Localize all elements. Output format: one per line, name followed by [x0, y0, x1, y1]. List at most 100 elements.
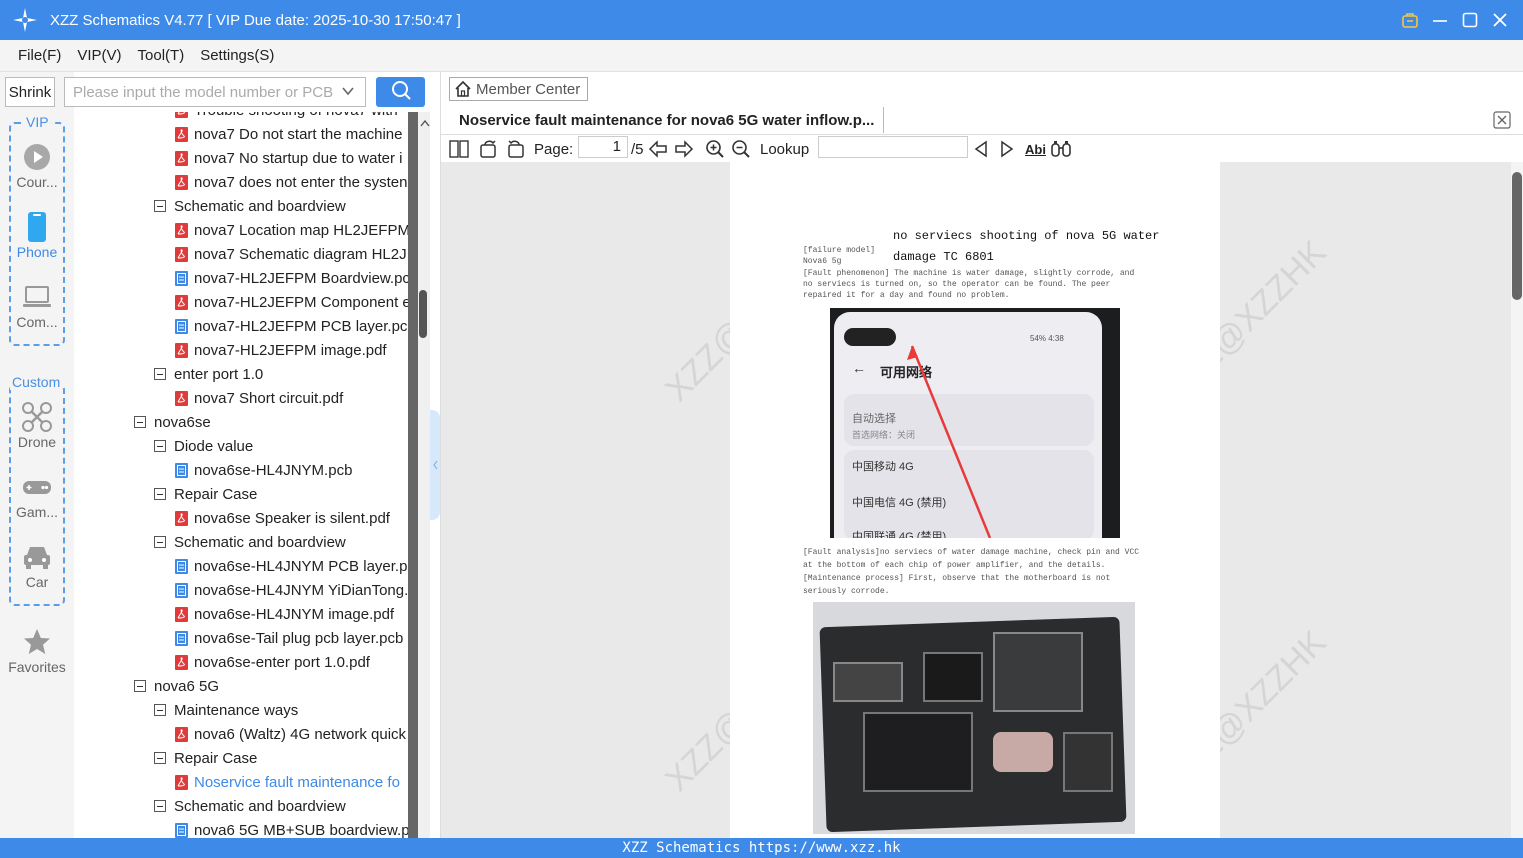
chevron-down-icon[interactable]: [341, 84, 355, 102]
nav-game[interactable]: Gam...: [2, 470, 72, 520]
tree-folder[interactable]: Schematic and boardview: [154, 794, 346, 818]
tree-item-label: nova6se-HL4JNYM image.pdf: [194, 605, 395, 623]
search-placeholder: Please input the model number or PCB: [73, 83, 334, 101]
nav-courses[interactable]: Cour...: [2, 140, 72, 190]
document-tab[interactable]: Noservice fault maintenance for nova6 5G…: [449, 107, 884, 133]
menu-settings[interactable]: Settings(S): [200, 47, 274, 64]
tree-file[interactable]: nova7 Location map HL2JEFPM: [175, 218, 408, 242]
tree-file[interactable]: nova6se-HL4JNYM YiDianTong.: [175, 578, 408, 602]
tree-file[interactable]: Trouble shooting of nova7 with: [175, 112, 398, 122]
collapse-toggle-icon[interactable]: [154, 488, 166, 500]
nav-favorites[interactable]: Favorites: [2, 625, 72, 675]
menu-file[interactable]: File(F): [18, 47, 61, 64]
collapse-toggle-icon[interactable]: [154, 800, 166, 812]
two-page-view-icon[interactable]: [449, 139, 469, 159]
lookup-label: Lookup: [760, 140, 810, 158]
binoculars-icon[interactable]: [1050, 139, 1072, 159]
close-tab-icon[interactable]: [1493, 111, 1511, 129]
vip-bag-icon[interactable]: [1401, 11, 1419, 29]
tree-folder[interactable]: nova6 5G: [134, 674, 219, 698]
collapse-toggle-icon[interactable]: [134, 416, 146, 428]
tree-file[interactable]: nova6 5G MB+SUB boardview.p: [175, 818, 408, 838]
rotate-right-icon[interactable]: [505, 139, 525, 159]
tree-item-label: nova6 (Waltz) 4G network quick: [194, 725, 407, 743]
tree-folder[interactable]: enter port 1.0: [154, 362, 263, 386]
vip-group-label: VIP: [24, 114, 51, 130]
tree-file[interactable]: nova7 Schematic diagram HL2J: [175, 242, 407, 266]
tree-folder[interactable]: Maintenance ways: [154, 698, 298, 722]
tree-file[interactable]: nova7-HL2JEFPM Component e: [175, 290, 408, 314]
viewer-scroll-thumb[interactable]: [1512, 172, 1522, 300]
tree-file[interactable]: nova7-HL2JEFPM PCB layer.pcb: [175, 314, 408, 338]
menu-tool[interactable]: Tool(T): [138, 47, 185, 64]
tree-folder[interactable]: nova6se: [134, 410, 211, 434]
match-case-icon[interactable]: Abi: [1025, 139, 1046, 159]
collapse-toggle-icon[interactable]: [154, 200, 166, 212]
page-label: Page:: [534, 140, 574, 158]
tree-folder[interactable]: Repair Case: [154, 482, 257, 506]
zoom-in-icon[interactable]: [705, 139, 725, 159]
close-icon[interactable]: [1491, 11, 1509, 29]
collapse-panel-handle[interactable]: [430, 410, 440, 520]
tree-file[interactable]: nova6se Speaker is silent.pdf: [175, 506, 390, 530]
pdf-file-icon: [175, 294, 188, 310]
model-tree[interactable]: Trouble shooting of nova7 with nova7 Do n…: [74, 112, 408, 838]
tree-file[interactable]: nova6se-HL4JNYM.pcb: [175, 458, 352, 482]
prev-page-icon[interactable]: [648, 139, 668, 159]
tree-file[interactable]: nova6se-HL4JNYM PCB layer.pc: [175, 554, 408, 578]
tree-file[interactable]: nova7 Do not start the machine: [175, 122, 402, 146]
tree-item-label: nova7-HL2JEFPM PCB layer.pcb: [194, 317, 408, 335]
tree-file[interactable]: nova6se-HL4JNYM image.pdf: [175, 602, 394, 626]
nav-computer[interactable]: Com...: [2, 280, 72, 330]
tree-file[interactable]: nova7 No startup due to water i: [175, 146, 402, 170]
tree-folder[interactable]: Repair Case: [154, 746, 257, 770]
collapse-toggle-icon[interactable]: [154, 752, 166, 764]
rotate-left-icon[interactable]: [479, 139, 499, 159]
scroll-up-arrow-icon[interactable]: [420, 114, 430, 132]
tree-file[interactable]: nova6 (Waltz) 4G network quick: [175, 722, 406, 746]
tree-file[interactable]: nova7 does not enter the systen: [175, 170, 407, 194]
pdf-file-icon: [175, 510, 188, 526]
collapse-toggle-icon[interactable]: [154, 368, 166, 380]
viewer-scrollbar[interactable]: [1511, 162, 1523, 838]
pdf-file-icon: [175, 150, 188, 166]
tree-scroll-track[interactable]: [408, 112, 418, 838]
tree-file[interactable]: nova6se-Tail plug pcb layer.pcb: [175, 626, 403, 650]
nav-phone[interactable]: Phone: [2, 210, 72, 260]
tree-scrollbar[interactable]: [408, 112, 430, 838]
search-input[interactable]: Please input the model number or PCB: [64, 77, 366, 107]
tree-file[interactable]: Noservice fault maintenance fo: [175, 770, 400, 794]
member-center-button[interactable]: Member Center: [449, 77, 588, 101]
collapse-toggle-icon[interactable]: [154, 440, 166, 452]
tree-item-label: nova6se-HL4JNYM PCB layer.pc: [194, 557, 408, 575]
nav-label: Cour...: [16, 174, 58, 190]
tree-file[interactable]: nova7 Short circuit.pdf: [175, 386, 343, 410]
nav-car[interactable]: Car: [2, 540, 72, 590]
phone-photo: 54% 4:38 ← 可用网络 自动选择 首选网络：关闭 中国移动 4G 中国电…: [830, 308, 1120, 538]
search-button[interactable]: [376, 77, 425, 107]
tree-file[interactable]: nova7-HL2JEFPM Boardview.pc: [175, 266, 408, 290]
tree-item-label: nova6se-enter port 1.0.pdf: [194, 653, 370, 671]
page-number-input[interactable]: 1: [578, 136, 628, 158]
doc-title-line1: no serviecs shooting of nova 5G water: [893, 229, 1160, 243]
tree-folder[interactable]: Schematic and boardview: [154, 530, 346, 554]
minimize-icon[interactable]: [1431, 11, 1449, 29]
lookup-input[interactable]: [818, 136, 968, 158]
find-previous-icon[interactable]: [973, 139, 989, 159]
tree-folder[interactable]: Schematic and boardview: [154, 194, 346, 218]
nav-drone[interactable]: Drone: [2, 400, 72, 450]
tree-file[interactable]: nova7-HL2JEFPM image.pdf: [175, 338, 387, 362]
tree-folder[interactable]: Diode value: [154, 434, 253, 458]
maximize-icon[interactable]: [1461, 11, 1479, 29]
menu-vip[interactable]: VIP(V): [77, 47, 121, 64]
shrink-button[interactable]: Shrink: [5, 77, 55, 107]
collapse-toggle-icon[interactable]: [154, 704, 166, 716]
tree-scroll-thumb[interactable]: [419, 290, 427, 338]
find-next-icon[interactable]: [999, 139, 1015, 159]
zoom-out-icon[interactable]: [731, 139, 751, 159]
collapse-toggle-icon[interactable]: [134, 680, 146, 692]
tree-file[interactable]: nova6se-enter port 1.0.pdf: [175, 650, 370, 674]
collapse-toggle-icon[interactable]: [154, 536, 166, 548]
next-page-icon[interactable]: [674, 139, 694, 159]
document-viewer[interactable]: XZZ@XZZHK XZZ@XZZHK XZZ@XZZHK XZZ@XZZHK …: [441, 162, 1511, 838]
